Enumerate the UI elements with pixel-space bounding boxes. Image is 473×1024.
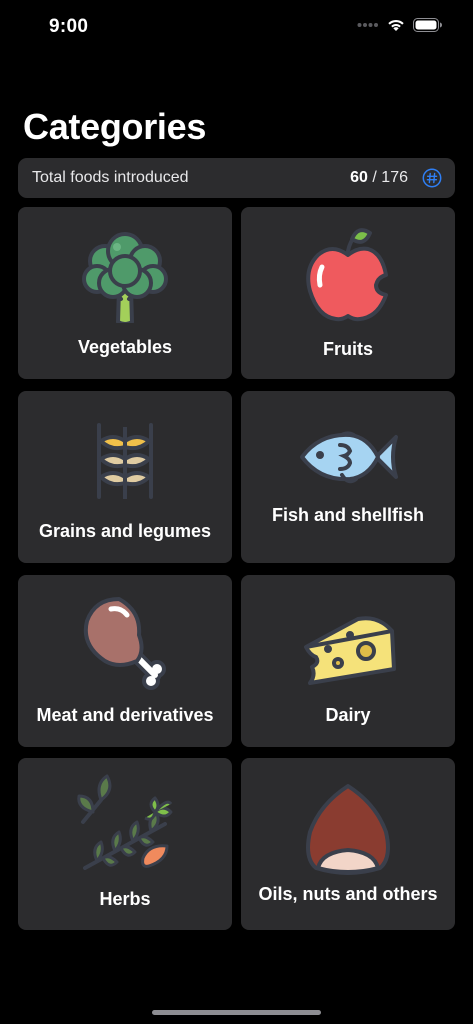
category-label: Fish and shellfish (271, 505, 425, 525)
cellular-signal-icon (357, 23, 378, 27)
apple-icon (306, 228, 388, 322)
chestnut-icon (306, 784, 390, 875)
category-tile-oils-nuts-and-others[interactable]: Oils, nuts and others (241, 758, 455, 930)
total-count: 176 (381, 169, 408, 186)
category-label: Vegetables (77, 337, 173, 357)
fish-icon (300, 431, 398, 484)
category-tile-grains-and-legumes[interactable]: Grains and legumes (18, 391, 232, 563)
introduced-count: 60 (350, 169, 368, 186)
status-time: 9:00 (49, 16, 89, 37)
herbs-icon (77, 774, 173, 870)
category-label: Herbs (99, 889, 151, 909)
cheese-icon (304, 616, 396, 685)
wifi-icon (388, 19, 404, 31)
battery-icon (413, 18, 442, 32)
category-tile-herbs[interactable]: Herbs (18, 758, 232, 930)
category-tile-dairy[interactable]: Dairy (241, 575, 455, 747)
total-foods-summary: Total foods introduced 60 / 176 (18, 158, 455, 198)
category-label: Meat and derivatives (36, 705, 214, 725)
broccoli-icon (82, 232, 168, 323)
category-tile-fruits[interactable]: Fruits (241, 207, 455, 379)
status-bar: 9:00 (0, 0, 473, 54)
summary-count: 60 / 176 (350, 169, 408, 187)
summary-label: Total foods introduced (32, 169, 189, 186)
status-icons (357, 18, 443, 32)
hashtag-icon[interactable] (422, 168, 442, 188)
category-label: Grains and legumes (38, 521, 212, 541)
category-tile-fish-and-shellfish[interactable]: Fish and shellfish (241, 391, 455, 563)
category-label: Dairy (325, 705, 371, 725)
count-separator: / (367, 169, 382, 186)
wheat-icon (97, 423, 153, 499)
category-label: Oils, nuts and others (258, 884, 438, 904)
home-indicator[interactable] (152, 1010, 321, 1015)
drumstick-icon (83, 597, 166, 690)
page-title: Categories (23, 106, 207, 147)
category-tile-vegetables[interactable]: Vegetables (18, 207, 232, 379)
category-label: Fruits (322, 339, 373, 359)
category-tile-meat-and-derivatives[interactable]: Meat and derivatives (18, 575, 232, 747)
